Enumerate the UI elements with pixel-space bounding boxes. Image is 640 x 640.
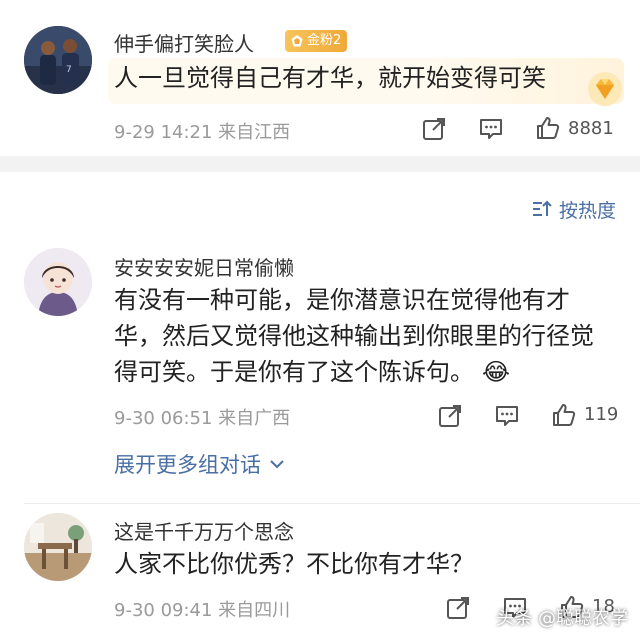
laugh-cry-emoji: 😂 — [482, 358, 511, 386]
avatar[interactable] — [24, 513, 92, 581]
sort-label: 按热度 — [558, 199, 616, 222]
comment-text-line-wrap: 得可笑。于是你有了这个陈诉句。 😂 — [114, 354, 624, 390]
like-count: 119 — [584, 404, 619, 425]
comment-text-line: 有没有一种可能，是你潜意识在觉得他有才 — [114, 286, 570, 314]
like-count: 8881 — [568, 118, 614, 139]
section-divider — [0, 156, 640, 172]
like-icon[interactable] — [535, 115, 561, 141]
svg-text:7: 7 — [66, 65, 72, 75]
comment-text: 有没有一种可能，是你潜意识在觉得他有才 华，然后又觉得他这种输出到你眼里的行径觉… — [114, 282, 624, 390]
comment-text-line: 华，然后又觉得他这种输出到你眼里的行径觉 — [114, 322, 594, 350]
sort-icon — [532, 200, 552, 216]
share-icon[interactable] — [437, 403, 463, 429]
gold-fan-badge-icon — [291, 35, 303, 47]
gem-icon — [588, 72, 622, 106]
comment-meta: 9-29 14:21 来自江西 — [114, 122, 291, 143]
comment-text-line: 得可笑。于是你有了这个陈诉句。 — [114, 358, 474, 386]
comment-text: 人一旦觉得自己有才华，就开始变得可笑 — [114, 64, 546, 92]
chevron-down-icon — [270, 460, 284, 469]
comment-meta: 9-30 09:41 来自四川 — [114, 600, 291, 621]
watermark: 头条 @聪聪农学 — [496, 608, 628, 629]
share-icon[interactable] — [445, 595, 471, 621]
username[interactable]: 这是千千万万个思念 — [114, 516, 294, 545]
badge-label: 金粉2 — [307, 33, 342, 48]
comment-card-1: 7 伸手偏打笑脸人 金粉2 人一旦觉得自己有才华，就开始变得可笑 9-29 14… — [0, 0, 640, 156]
username[interactable]: 伸手偏打笑脸人 — [114, 28, 254, 57]
username[interactable]: 安安安安妮日常偷懒 — [114, 252, 294, 281]
avatar[interactable]: 7 — [24, 26, 92, 94]
share-icon[interactable] — [421, 116, 447, 142]
expand-label: 展开更多组对话 — [114, 453, 261, 477]
like-icon[interactable] — [551, 402, 577, 428]
comment-meta: 9-30 06:51 来自广西 — [114, 408, 291, 429]
comment-card-2: 安安安安妮日常偷懒 有没有一种可能，是你潜意识在觉得他有才 华，然后又觉得他这种… — [0, 238, 640, 500]
sort-by-hot-button[interactable]: 按热度 — [531, 196, 616, 222]
expand-more-conversations-link[interactable]: 展开更多组对话 — [114, 449, 285, 479]
comment-icon[interactable] — [478, 116, 504, 142]
comment-icon[interactable] — [494, 403, 520, 429]
comment-text: 人家不比你优秀？不比你有才华？ — [114, 550, 474, 578]
gold-fan-badge[interactable]: 金粉2 — [285, 30, 348, 52]
avatar[interactable] — [24, 248, 92, 316]
